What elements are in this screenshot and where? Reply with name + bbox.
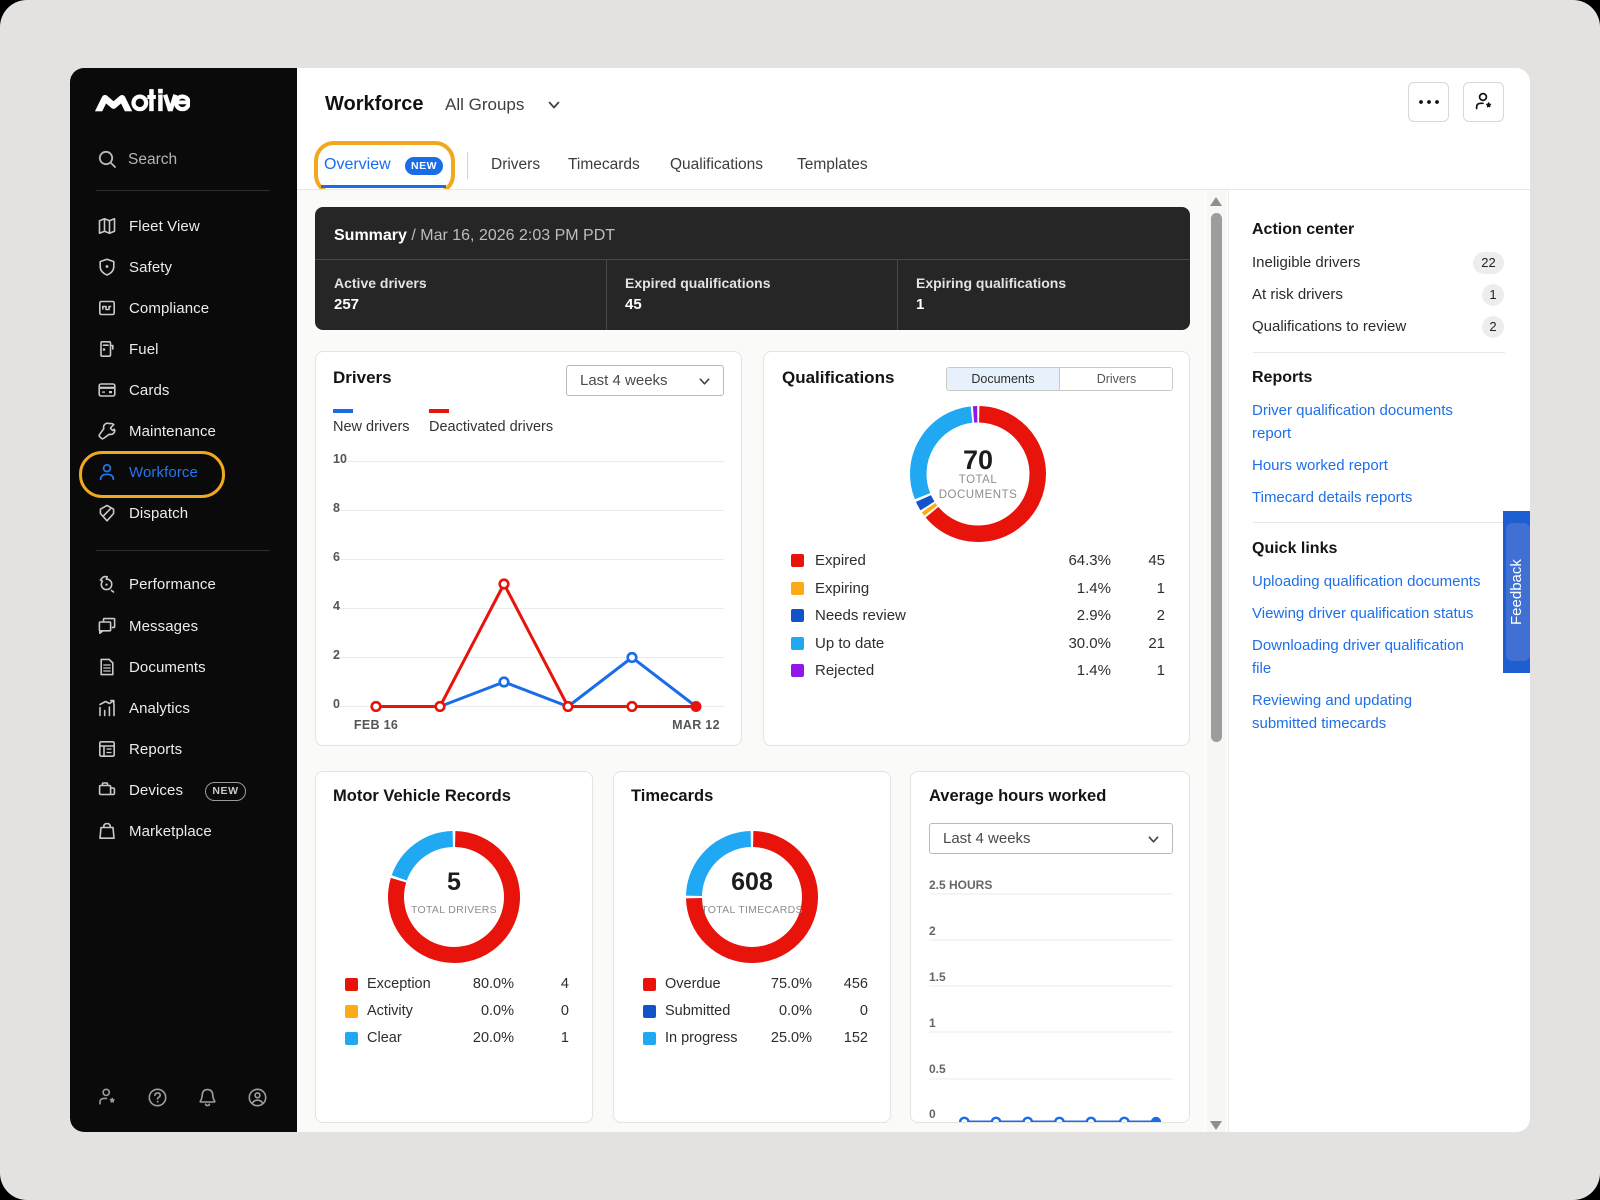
svg-text:10: 10	[333, 452, 347, 466]
svg-text:1.5: 1.5	[929, 970, 946, 984]
svg-text:6: 6	[333, 550, 340, 564]
svg-text:0: 0	[929, 1107, 936, 1121]
svg-text:2.5 HOURS: 2.5 HOURS	[929, 878, 992, 892]
svg-text:1: 1	[929, 1016, 936, 1030]
svg-text:MAR 12: MAR 12	[672, 718, 720, 732]
svg-text:0.5: 0.5	[929, 1062, 946, 1076]
svg-text:8: 8	[333, 501, 340, 515]
svg-text:0: 0	[333, 697, 340, 711]
svg-text:4: 4	[333, 599, 340, 613]
svg-text:FEB 16: FEB 16	[354, 718, 398, 732]
svg-text:2: 2	[929, 924, 936, 938]
svg-text:2: 2	[333, 648, 340, 662]
